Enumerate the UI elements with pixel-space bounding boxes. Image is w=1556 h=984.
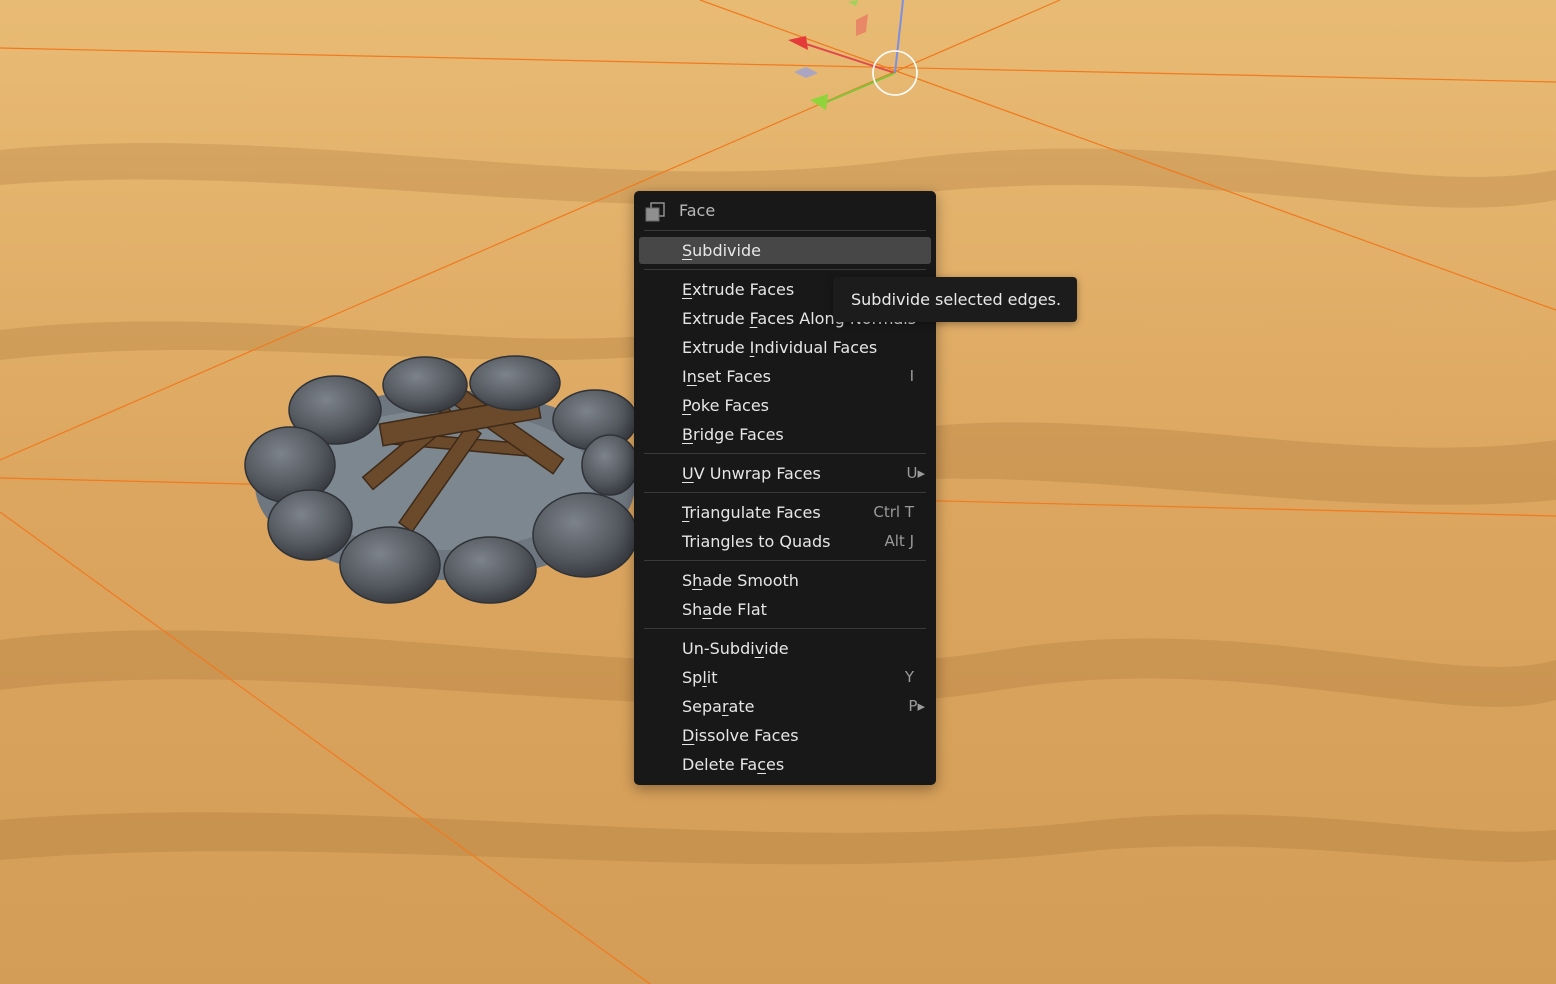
menu-title: Face [679, 201, 716, 220]
menu-item-shortcut: Alt J [884, 532, 914, 550]
menu-item-un-subdivide[interactable]: Un-Subdivide [639, 635, 931, 662]
menu-item-inset-faces[interactable]: Inset Faces I [639, 363, 931, 390]
menu-divider [644, 560, 926, 561]
menu-item-label: Split [682, 668, 718, 687]
menu-divider [644, 492, 926, 493]
menu-item-triangles-to-quads[interactable]: Triangles to Quads Alt J [639, 528, 931, 555]
menu-item-label: Shade Smooth [682, 571, 799, 590]
menu-item-label: Dissolve Faces [682, 726, 799, 745]
tooltip-text: Subdivide selected edges. [851, 290, 1062, 309]
menu-item-shortcut: Y [904, 668, 914, 686]
menu-header: Face [634, 191, 936, 231]
menu-item-shortcut: P▸ [908, 697, 925, 715]
menu-item-label: Inset Faces [682, 367, 771, 386]
menu-item-triangulate-faces[interactable]: Triangulate Faces Ctrl T [639, 499, 931, 526]
menu-item-label: UV Unwrap Faces [682, 464, 821, 483]
menu-divider [644, 269, 926, 270]
menu-item-shortcut: U▸ [906, 464, 925, 482]
tooltip: Subdivide selected edges. [833, 277, 1077, 322]
menu-item-label: Triangles to Quads [682, 532, 831, 551]
menu-item-shortcut: Ctrl T [873, 503, 914, 521]
menu-item-uv-unwrap-faces[interactable]: UV Unwrap Faces U▸ [639, 460, 931, 487]
menu-divider [644, 230, 926, 231]
menu-item-shade-flat[interactable]: Shade Flat [639, 596, 931, 623]
menu-item-label: Bridge Faces [682, 425, 784, 444]
menu-item-shade-smooth[interactable]: Shade Smooth [639, 567, 931, 594]
menu-item-shortcut: I [909, 367, 914, 385]
menu-item-dissolve-faces[interactable]: Dissolve Faces [639, 722, 931, 749]
menu-item-label: Poke Faces [682, 396, 770, 415]
menu-item-subdivide[interactable]: Subdivide [639, 237, 931, 264]
menu-item-label: Un-Subdivide [682, 639, 789, 658]
menu-item-label: Extrude Faces [682, 280, 795, 299]
menu-item-extrude-individual-faces[interactable]: Extrude Individual Faces [639, 334, 931, 361]
menu-item-label: Delete Faces [682, 755, 785, 774]
face-select-icon [645, 202, 665, 222]
menu-item-separate[interactable]: Separate P▸ [639, 693, 931, 720]
menu-item-label: Extrude Individual Faces [682, 338, 878, 357]
menu-divider [644, 453, 926, 454]
menu-item-delete-faces[interactable]: Delete Faces [639, 751, 931, 778]
menu-divider [644, 628, 926, 629]
menu-item-label: Separate [682, 697, 755, 716]
menu-item-poke-faces[interactable]: Poke Faces [639, 392, 931, 419]
menu-item-label: Shade Flat [682, 600, 767, 619]
menu-item-label: Subdivide [682, 241, 761, 260]
menu-item-split[interactable]: Split Y [639, 664, 931, 691]
menu-item-label: Triangulate Faces [682, 503, 821, 522]
menu-item-bridge-faces[interactable]: Bridge Faces [639, 421, 931, 448]
